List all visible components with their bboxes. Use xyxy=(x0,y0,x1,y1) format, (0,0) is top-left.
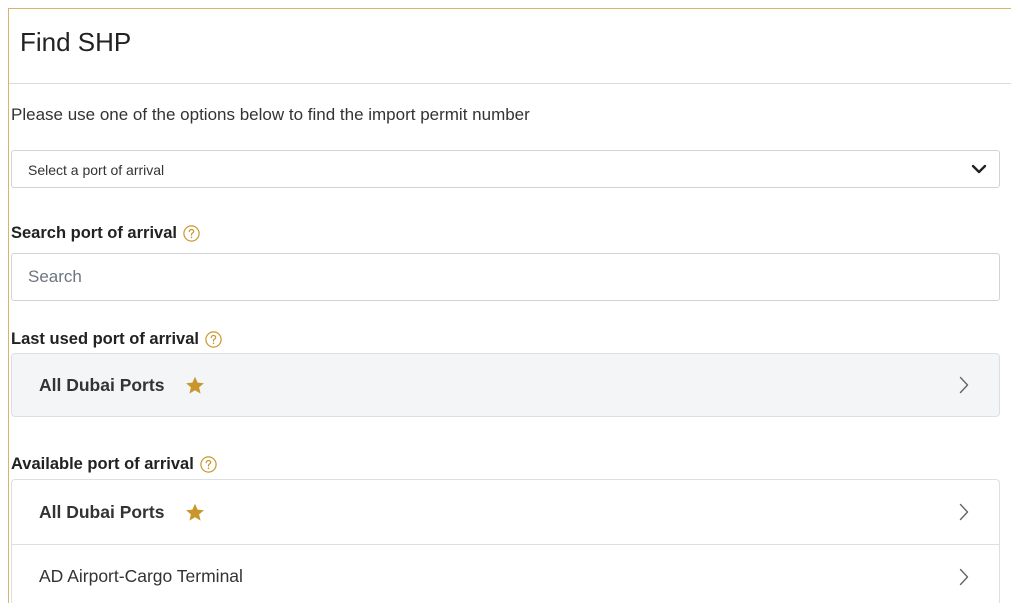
star-icon xyxy=(186,376,205,394)
port-select-value: Select a port of arrival xyxy=(28,162,165,178)
available-port-row[interactable]: AD Airport-Cargo Terminal xyxy=(12,544,999,603)
last-used-port-row[interactable]: All Dubai Ports xyxy=(11,353,1000,417)
page-title: Find SHP xyxy=(20,27,132,57)
available-port-row[interactable]: All Dubai Ports xyxy=(12,480,999,544)
question-circle-icon[interactable] xyxy=(205,331,222,348)
search-port-input[interactable] xyxy=(11,253,1000,301)
chevron-down-icon xyxy=(971,164,987,174)
chevron-right-icon xyxy=(959,376,969,394)
search-port-label: Search port of arrival xyxy=(11,224,200,243)
port-of-arrival-select[interactable]: Select a port of arrival xyxy=(11,150,1000,188)
port-name: AD Airport-Cargo Terminal xyxy=(39,566,243,586)
chevron-right-icon xyxy=(959,568,969,585)
last-used-port-label-text: Last used port of arrival xyxy=(11,330,199,348)
star-icon xyxy=(186,503,205,521)
search-port-label-text: Search port of arrival xyxy=(11,224,177,242)
question-circle-icon[interactable] xyxy=(200,456,217,473)
last-used-port-label: Last used port of arrival xyxy=(11,330,222,349)
port-name: All Dubai Ports xyxy=(39,501,165,522)
question-circle-icon[interactable] xyxy=(183,225,200,242)
available-port-label: Available port of arrival xyxy=(11,455,217,474)
panel-header: Find SHP xyxy=(9,9,1011,84)
port-name: All Dubai Ports xyxy=(39,374,165,395)
chevron-right-icon xyxy=(959,503,969,521)
available-port-label-text: Available port of arrival xyxy=(11,455,194,473)
available-port-list: All Dubai Ports AD Airport-Cargo Termina… xyxy=(11,479,1000,603)
intro-text: Please use one of the options below to f… xyxy=(11,105,530,124)
